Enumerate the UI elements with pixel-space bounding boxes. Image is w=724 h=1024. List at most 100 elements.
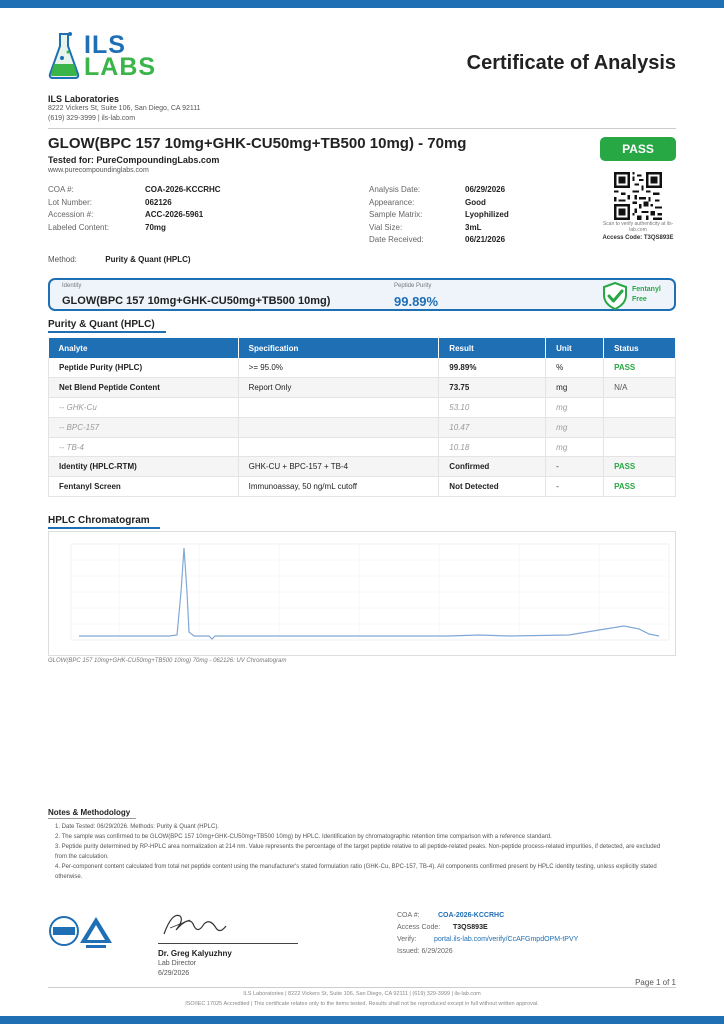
- status-cell: PASS: [603, 456, 676, 478]
- note-item: 1. Date Tested: 06/29/2026. Methods: Pur…: [55, 824, 219, 830]
- tested-for: Tested for: PureCompoundingLabs.com: [48, 155, 220, 165]
- verify-label: Verify:: [397, 936, 417, 943]
- signer-role: Lab Director: [158, 960, 197, 967]
- result-cell: Confirmed: [438, 456, 547, 478]
- logo-wordmark: ILS LABS: [84, 33, 157, 81]
- meta-row: Vial Size: 3mL: [369, 223, 509, 236]
- meta-label: Date Received:: [369, 235, 424, 244]
- coa-number: COA-2026-KCCRHC: [438, 912, 505, 919]
- result-cell: 53.10: [438, 397, 547, 418]
- analyte-cell: Fentanyl Screen: [48, 476, 239, 498]
- meta-value: Good: [465, 197, 486, 207]
- sample-info-right: Analysis Date: 06/29/2026 Appearance: Good…: [369, 185, 509, 248]
- header-divider: [48, 128, 676, 129]
- column-header: Unit: [545, 338, 605, 358]
- identity-summary-box: Identity GLOW(BPC 157 10mg+GHK-CU50mg+TB…: [48, 278, 676, 311]
- note-item: 4. Per-component content calculated from…: [55, 864, 657, 880]
- table-row: Fentanyl Screen Immunoassay, 50 ng/mL cu…: [48, 476, 676, 498]
- table-row: -- BPC-157 10.47 mg: [48, 417, 676, 438]
- column-header: Status: [603, 338, 676, 358]
- meta-label: Lot Number:: [48, 197, 93, 207]
- spec-cell: >= 95.0%: [238, 358, 440, 379]
- meta-row: Analysis Date: 06/29/2026: [369, 185, 509, 198]
- table-row: -- TB-4 10.18 mg: [48, 437, 676, 458]
- spec-cell: Report Only: [238, 377, 440, 399]
- verify-row: Issued: 6/29/2026: [397, 948, 578, 960]
- results-table: Analyte Specification Result Unit Status…: [48, 338, 676, 498]
- status-cell: [603, 437, 676, 458]
- column-header: Result: [438, 338, 547, 358]
- results-header-row: Analyte Specification Result Unit Status: [48, 338, 676, 358]
- notes-title: Notes & Methodology: [48, 808, 131, 817]
- status-cell: PASS: [603, 358, 676, 379]
- verification-block: COA #: COA-2026-KCCRHC Access Code: T3QS89…: [397, 912, 578, 960]
- footer-address: ILS Laboratories | 8222 Vickers St, Suit…: [243, 991, 481, 997]
- qr-verify-note: Scan to verify authenticity at ils-lab.c…: [602, 221, 674, 233]
- notes-list: 1. Date Tested: 06/29/2026. Methods: Pur…: [55, 822, 667, 882]
- signature-line: [158, 943, 298, 944]
- meta-label: Analysis Date:: [369, 185, 421, 194]
- analyte-cell: Identity (HPLC-RTM): [48, 456, 239, 478]
- meta-label: Labeled Content:: [48, 222, 109, 232]
- qr-code-icon[interactable]: [614, 172, 662, 220]
- chromatogram-caption: GLOW(BPC 157 10mg+GHK-CU50mg+TB500 10mg)…: [48, 658, 287, 664]
- meta-value: 06/21/2026: [465, 235, 506, 244]
- accreditation-seals-icon: [49, 916, 112, 948]
- meta-row: Date Received: 06/21/2026: [369, 235, 509, 248]
- unit-cell: -: [545, 456, 605, 478]
- note-item: 2. The sample was confirmed to be GLOW(B…: [55, 834, 552, 840]
- client-url[interactable]: www.purecompoundinglabs.com: [48, 167, 149, 174]
- table-row: Peptide Purity (HPLC) >= 95.0% 99.89% % …: [48, 358, 676, 379]
- status-cell: [603, 397, 676, 418]
- analyte-cell: -- TB-4: [48, 437, 239, 458]
- verify-row: Access Code: T3QS893E: [397, 924, 578, 936]
- footer-divider: [48, 987, 676, 988]
- meta-row: Lot Number: 062126: [48, 198, 221, 211]
- meta-row: Labeled Content: 70mg: [48, 223, 221, 236]
- method-value: Purity & Quant (HPLC): [105, 255, 191, 264]
- footer-disclaimer: ISO/IEC 17025 Accredited | This certific…: [185, 1001, 539, 1007]
- verify-link[interactable]: portal.ils-lab.com/verify/CcAFGmpdOPM-tP…: [434, 936, 578, 948]
- document-title: Certificate of Analysis: [466, 52, 676, 74]
- method-line: Method: Purity & Quant (HPLC): [48, 255, 191, 264]
- unit-cell: mg: [545, 417, 605, 438]
- notes-underline: [48, 818, 136, 819]
- unit-cell: mg: [545, 377, 605, 399]
- result-cell: Not Detected: [438, 476, 547, 498]
- spec-cell: GHK-CU + BPC-157 + TB-4: [238, 456, 440, 478]
- meta-value: 3mL: [465, 222, 482, 232]
- signature-icon: [163, 914, 227, 935]
- analyte-cell: Net Blend Peptide Content: [48, 377, 239, 399]
- analyte-cell: -- GHK-Cu: [48, 397, 239, 418]
- meta-row: Accession #: ACC-2026-5961: [48, 210, 221, 223]
- table-row: -- GHK-Cu 53.10 mg: [48, 397, 676, 418]
- spec-cell: [238, 437, 440, 458]
- unit-cell: mg: [545, 437, 605, 458]
- unit-cell: -: [545, 476, 605, 498]
- meta-row: COA #: COA-2026-KCCRHC: [48, 185, 221, 198]
- meta-label: Appearance:: [369, 197, 415, 207]
- status-cell: PASS: [603, 476, 676, 498]
- identity-label: Identity: [62, 283, 82, 289]
- column-header: Analyte: [48, 338, 239, 358]
- verify-row: Verify: portal.ils-lab.com/verify/CcAFGmp…: [397, 936, 578, 948]
- table-row: Net Blend Peptide Content Report Only 73…: [48, 377, 676, 399]
- table-row: Identity (HPLC-RTM) GHK-CU + BPC-157 + T…: [48, 456, 676, 478]
- meta-label: Accession #:: [48, 210, 94, 219]
- shield-check-icon: [603, 282, 627, 310]
- lab-name: ILS Laboratories: [48, 94, 120, 104]
- free-line: Free: [632, 296, 647, 303]
- fentanyl-line: Fentanyl: [632, 286, 661, 293]
- logo-labs-text: LABS: [84, 53, 157, 81]
- meta-label: Sample Matrix:: [369, 210, 423, 219]
- result-cell: 73.75: [438, 377, 547, 399]
- chromatogram-title-underline: [48, 527, 160, 529]
- lab-address: 8222 Vickers St, Suite 106, San Diego, C…: [48, 105, 201, 112]
- top-accent-bar: [0, 0, 724, 8]
- meta-row: Sample Matrix: Lyophilized: [369, 210, 509, 223]
- meta-value: 06/29/2026: [465, 185, 506, 194]
- access-code: Access Code: T3QS893E: [602, 235, 674, 241]
- column-header: Specification: [238, 338, 440, 358]
- issued-date: Issued: 6/29/2026: [397, 948, 453, 955]
- chromatogram-plot: [70, 543, 670, 641]
